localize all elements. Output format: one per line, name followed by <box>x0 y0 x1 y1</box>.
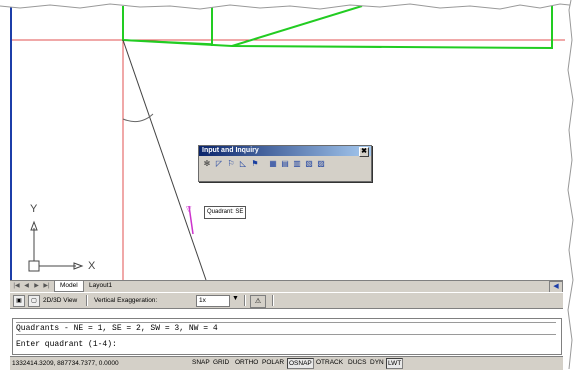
divider <box>86 295 88 306</box>
view-toolbar: ▣ ▢ 2D/3D View Vertical Exaggeration: 1x… <box>10 292 563 309</box>
status-polar-button[interactable]: POLAR <box>261 358 285 367</box>
grid-c-icon[interactable]: ▥ <box>292 159 302 169</box>
toolbar-close-button[interactable]: ✖ <box>359 147 369 157</box>
status-ortho-button[interactable]: ORTHO <box>234 358 259 367</box>
tab-first-icon[interactable]: |◀ <box>12 282 21 290</box>
quadrant-tooltip: Quadrant: SE <box>204 206 247 219</box>
status-lwt-button[interactable]: LWT <box>386 358 404 369</box>
vert-exag-label: Vertical Exaggeration: <box>94 297 158 304</box>
toolbar-separator <box>262 159 266 169</box>
status-grid-button[interactable]: GRID <box>212 358 230 367</box>
status-snap-button[interactable]: SNAP <box>191 358 211 367</box>
coordinate-readout[interactable]: 1332414.3209, 887734.7377, 0.0000 <box>12 358 119 369</box>
tab-model[interactable]: Model <box>54 281 84 292</box>
grid-a-icon[interactable]: ▦ <box>268 159 278 169</box>
flag-icon[interactable]: ⚐ <box>226 159 236 169</box>
toolbar-titlebar[interactable]: Input and Inquiry ✖ <box>199 146 371 157</box>
command-window[interactable]: Quadrants - NE = 1, SE = 2, SW = 3, NW =… <box>12 318 562 355</box>
command-prompt[interactable]: Enter quadrant (1-4): <box>16 339 117 350</box>
torn-edge-right <box>567 0 579 369</box>
ucs-y-label: Y <box>30 203 38 215</box>
divider <box>272 295 274 306</box>
status-dyn-button[interactable]: DYN <box>369 358 385 367</box>
command-history: Quadrants - NE = 1, SE = 2, SW = 3, NW =… <box>16 322 556 335</box>
angle-icon[interactable]: ◸ <box>214 159 224 169</box>
input-inquiry-toolbar[interactable]: Input and Inquiry ✖ ✻ ◸ ⚐ ◺ ⚑ ▦ ▤ ▥ ▧ ▨ <box>198 145 372 182</box>
status-osnap-button[interactable]: OSNAP <box>287 358 314 369</box>
marker-glyph: ▽ <box>186 206 192 213</box>
chevron-down-icon[interactable]: ▼ <box>232 295 239 302</box>
warning-icon[interactable]: ⚠ <box>250 295 266 308</box>
model-space-canvas[interactable]: ▽ Y X <box>10 6 565 280</box>
status-bar: 1332414.3209, 887734.7377, 0.0000 SNAP G… <box>10 356 563 370</box>
tab-layout1[interactable]: Layout1 <box>84 281 117 291</box>
grid-e-icon[interactable]: ▨ <box>316 159 326 169</box>
toolbar-title: Input and Inquiry <box>202 147 259 154</box>
vert-exag-select[interactable]: 1x <box>196 295 230 307</box>
flag-r-icon[interactable]: ⚑ <box>250 159 260 169</box>
grid-d-icon[interactable]: ▧ <box>304 159 314 169</box>
ucs-x-label: X <box>88 260 96 272</box>
gear-icon[interactable]: ✻ <box>202 159 212 169</box>
status-otrack-button[interactable]: OTRACK <box>315 358 344 367</box>
layout-tabs-bar: |◀ ◀ ▶ ▶| Model Layout1 ◀ <box>10 280 563 293</box>
view-mode-icon[interactable]: ▣ <box>13 295 25 307</box>
bearing-line <box>122 39 207 280</box>
view-2d3d-label[interactable]: 2D/3D View <box>43 295 77 306</box>
tab-last-icon[interactable]: ▶| <box>42 282 51 290</box>
tab-prev-icon[interactable]: ◀ <box>22 282 31 290</box>
tab-next-icon[interactable]: ▶ <box>32 282 41 290</box>
ucs-icon <box>28 220 84 272</box>
toolbar-icon-row: ✻ ◸ ⚐ ◺ ⚑ ▦ ▤ ▥ ▧ ▨ <box>199 156 371 172</box>
slope-icon[interactable]: ◺ <box>238 159 248 169</box>
torn-edge-top <box>0 0 579 10</box>
view-toggle-icon[interactable]: ▢ <box>28 295 40 307</box>
status-ducs-button[interactable]: DUCS <box>347 358 367 367</box>
drawing-svg: ▽ <box>12 6 565 280</box>
grid-b-icon[interactable]: ▤ <box>280 159 290 169</box>
divider <box>244 295 246 306</box>
